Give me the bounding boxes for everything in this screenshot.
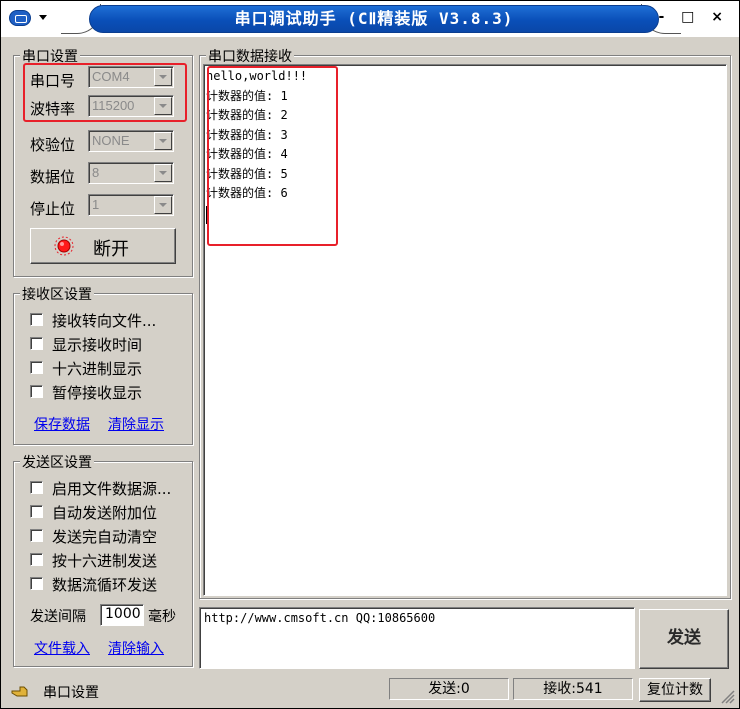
interval-label: 发送间隔 bbox=[30, 609, 86, 625]
stopbits-select[interactable]: 1 bbox=[88, 194, 174, 216]
hand-pointer-icon bbox=[11, 686, 28, 697]
checkbox-label: 发送完自动清空 bbox=[52, 528, 158, 546]
checkbox-label: 十六进制显示 bbox=[52, 360, 143, 378]
checkbox-box[interactable] bbox=[30, 577, 43, 590]
window-title: 串口调试助手 (CⅡ精装版 V3.8.3) bbox=[89, 5, 659, 33]
receive-settings-group: 接收区设置 接收转向文件... 显示接收时间 十六进制显示 暂停接收显示 保存数… bbox=[13, 284, 193, 445]
checkbox-box[interactable] bbox=[30, 385, 43, 398]
highlight-box bbox=[23, 63, 187, 122]
checkbox-label: 自动发送附加位 bbox=[52, 504, 158, 522]
group-title: 发送区设置 bbox=[20, 452, 94, 472]
checkbox-label: 数据流循环发送 bbox=[52, 576, 158, 594]
interval-input[interactable]: 1000 bbox=[100, 604, 144, 626]
reset-count-button[interactable]: 复位计数 bbox=[639, 678, 711, 702]
checkbox-box[interactable] bbox=[30, 361, 43, 374]
group-title: 接收区设置 bbox=[20, 284, 94, 304]
group-title: 串口数据接收 bbox=[206, 46, 294, 66]
maximize-button[interactable]: □ bbox=[681, 9, 700, 25]
parity-select[interactable]: NONE bbox=[88, 130, 174, 152]
title-bar[interactable]: 串口调试助手 (CⅡ精装版 V3.8.3) - □ × bbox=[1, 1, 739, 37]
load-file-link[interactable]: 文件载入 bbox=[34, 638, 90, 658]
chevron-down-icon[interactable] bbox=[154, 132, 172, 150]
stopbits-value: 1 bbox=[92, 197, 100, 212]
chevron-down-icon[interactable] bbox=[154, 164, 172, 182]
resize-grip-icon[interactable] bbox=[719, 688, 735, 704]
chevron-down-icon[interactable] bbox=[39, 15, 47, 20]
send-button-label: 发送 bbox=[667, 628, 701, 648]
checkbox-label: 暂停接收显示 bbox=[52, 384, 143, 402]
disconnect-label: 断开 bbox=[93, 239, 129, 260]
received-count: 接收:541 bbox=[513, 678, 633, 700]
parity-value: NONE bbox=[92, 133, 130, 148]
system-menu-icon[interactable] bbox=[9, 10, 31, 26]
checkbox-label: 接收转向文件... bbox=[52, 312, 157, 330]
checkbox-box[interactable] bbox=[30, 481, 43, 494]
checkbox-label: 显示接收时间 bbox=[52, 336, 143, 354]
status-light-icon bbox=[54, 236, 74, 256]
close-button[interactable]: × bbox=[711, 9, 729, 25]
checkbox-label: 按十六进制发送 bbox=[52, 552, 158, 570]
clear-display-link[interactable]: 清除显示 bbox=[108, 414, 164, 434]
checkbox-box[interactable] bbox=[30, 529, 43, 542]
minimize-button[interactable]: - bbox=[658, 9, 670, 25]
main-window: 串口调试助手 (CⅡ精装版 V3.8.3) - □ × 串口设置 串口号 COM… bbox=[0, 0, 740, 709]
chevron-down-icon[interactable] bbox=[154, 196, 172, 214]
status-label: 串口设置 bbox=[43, 685, 99, 701]
checkbox-box[interactable] bbox=[30, 553, 43, 566]
checkbox-box[interactable] bbox=[30, 337, 43, 350]
checkbox-box[interactable] bbox=[30, 505, 43, 518]
parity-label: 校验位 bbox=[30, 136, 76, 154]
sent-count: 发送:0 bbox=[389, 678, 509, 700]
save-data-link[interactable]: 保存数据 bbox=[34, 414, 90, 434]
reset-count-label: 复位计数 bbox=[647, 682, 703, 698]
highlight-box bbox=[207, 66, 338, 246]
databits-label: 数据位 bbox=[30, 168, 76, 186]
checkbox-box[interactable] bbox=[30, 313, 43, 326]
send-text: http://www.cmsoft.cn QQ:10865600 bbox=[204, 611, 436, 625]
checkbox-label: 启用文件数据源... bbox=[52, 480, 172, 498]
clear-input-link[interactable]: 清除输入 bbox=[108, 638, 164, 658]
window-controls: - □ × bbox=[658, 9, 729, 29]
stopbits-label: 停止位 bbox=[30, 200, 76, 218]
status-bar: 串口设置 发送:0 接收:541 复位计数 bbox=[1, 674, 739, 708]
send-button[interactable]: 发送 bbox=[639, 609, 729, 669]
send-textarea[interactable]: http://www.cmsoft.cn QQ:10865600 bbox=[199, 607, 635, 669]
databits-value: 8 bbox=[92, 165, 100, 180]
interval-value: 1000 bbox=[105, 606, 141, 622]
interval-unit: 毫秒 bbox=[148, 609, 176, 625]
databits-select[interactable]: 8 bbox=[88, 162, 174, 184]
disconnect-button[interactable]: 断开 bbox=[30, 228, 176, 264]
send-settings-group: 发送区设置 启用文件数据源... 自动发送附加位 发送完自动清空 按十六进制发送… bbox=[13, 452, 193, 667]
